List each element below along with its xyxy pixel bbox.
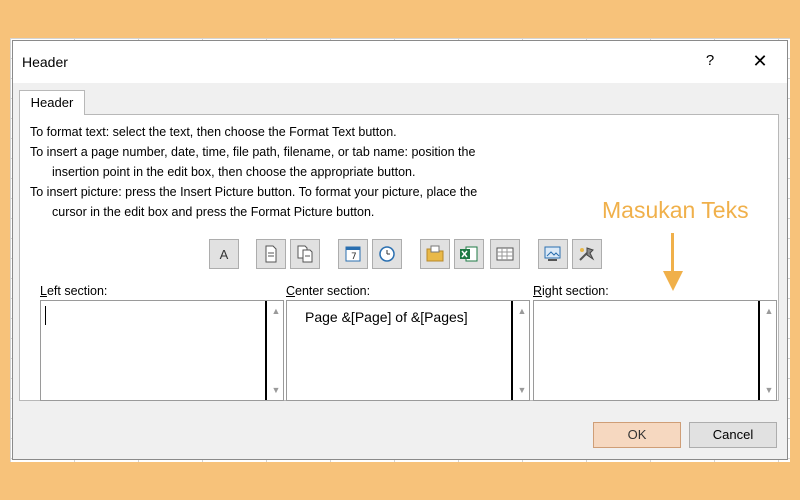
left-section-accesskey: L	[40, 284, 47, 298]
text-caret	[45, 306, 46, 325]
center-section-accesskey: C	[286, 284, 296, 298]
insert-page-number-button[interactable]	[256, 239, 286, 269]
left-section-label: Left section:	[40, 284, 107, 298]
ok-button[interactable]: OK	[593, 422, 681, 448]
header-dialog: Header ? ✕ Header To format text: select…	[12, 40, 788, 460]
scroll-up-icon[interactable]: ▲	[762, 304, 776, 318]
instruction-line: To insert a page number, date, time, fil…	[30, 145, 476, 159]
scroll-down-icon[interactable]: ▼	[515, 383, 529, 397]
clock-icon	[379, 246, 395, 262]
center-section-label: Center section:	[286, 284, 370, 298]
center-section-text: Page &[Page] of &[Pages]	[305, 309, 468, 325]
dialog-title: Header	[22, 54, 68, 70]
font-A-icon: A	[219, 246, 229, 262]
right-section-label: Right section:	[533, 284, 609, 298]
help-button[interactable]: ?	[701, 51, 719, 71]
picture-icon	[544, 246, 561, 261]
title-bar: Header ? ✕	[13, 41, 787, 83]
instruction-line: To insert picture: press the Insert Pict…	[30, 185, 478, 199]
tab-header[interactable]: Header	[19, 90, 85, 115]
scroll-down-icon[interactable]: ▼	[269, 383, 283, 397]
format-picture-icon	[579, 247, 595, 261]
center-section-editbox[interactable]: Page &[Page] of &[Pages] ▲ ▼	[286, 300, 530, 401]
left-section-label-text: eft section:	[46, 284, 108, 298]
left-section-scrollbar[interactable]: ▲ ▼	[265, 301, 283, 400]
insert-time-button[interactable]	[372, 239, 402, 269]
right-section-scrollbar[interactable]: ▲ ▼	[758, 301, 776, 400]
scroll-up-icon[interactable]: ▲	[515, 304, 529, 318]
insert-date-button[interactable]: 7	[338, 239, 368, 269]
insert-file-path-button[interactable]	[420, 239, 450, 269]
arrow-down-icon	[663, 271, 683, 291]
instruction-line: cursor in the edit box and press the For…	[52, 205, 375, 219]
instruction-line: To format text: select the text, then ch…	[30, 125, 397, 139]
page-number-icon	[265, 245, 277, 263]
calendar-number: 7	[351, 252, 357, 262]
header-toolbar: A 7	[20, 239, 778, 273]
scroll-up-icon[interactable]: ▲	[269, 304, 283, 318]
center-section-scrollbar[interactable]: ▲ ▼	[511, 301, 529, 400]
annotation-text: Masukan Teks	[602, 197, 749, 223]
excel-file-icon	[460, 246, 478, 262]
right-section-editbox[interactable]: ▲ ▼	[533, 300, 777, 401]
center-section-label-text: enter section:	[295, 284, 371, 298]
insert-file-name-button[interactable]	[454, 239, 484, 269]
right-section-accesskey: R	[533, 284, 543, 298]
tab-panel: To format text: select the text, then ch…	[19, 114, 779, 401]
number-of-pages-icon	[297, 245, 313, 263]
scroll-down-icon[interactable]: ▼	[762, 383, 776, 397]
folder-icon	[426, 245, 444, 262]
cancel-button[interactable]: Cancel	[689, 422, 777, 448]
insert-sheet-name-button[interactable]	[490, 239, 520, 269]
instruction-line: insertion point in the edit box, then ch…	[52, 165, 416, 179]
sheet-tab-icon	[496, 247, 514, 261]
insert-number-of-pages-button[interactable]	[290, 239, 320, 269]
format-picture-button[interactable]	[572, 239, 602, 269]
right-section-label-text: ight section:	[542, 284, 609, 298]
insert-picture-button[interactable]	[538, 239, 568, 269]
calendar-icon: 7	[345, 246, 361, 262]
close-button[interactable]: ✕	[749, 49, 771, 73]
format-text-button[interactable]: A	[209, 239, 239, 269]
left-section-editbox[interactable]: ▲ ▼	[40, 300, 284, 401]
